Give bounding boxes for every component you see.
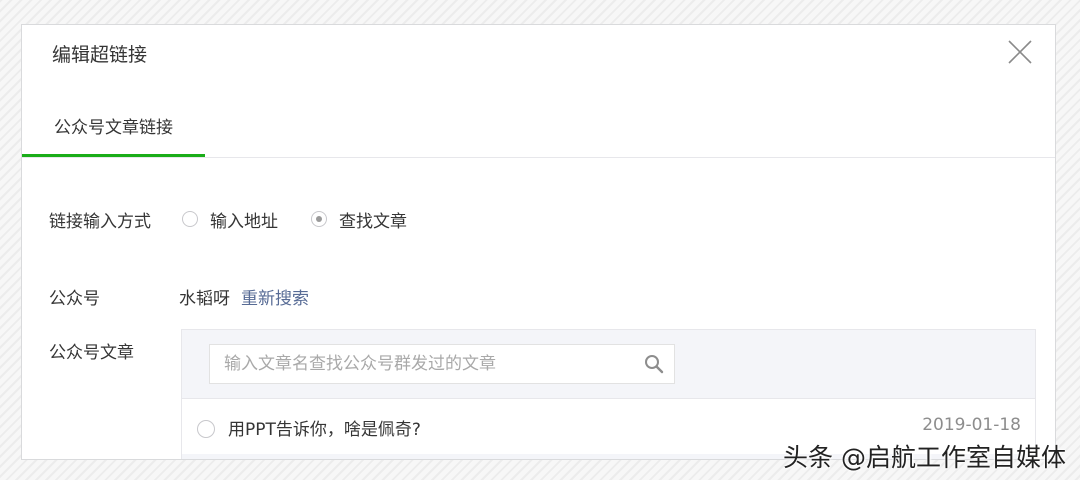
link-mode-label: 链接输入方式 [49, 212, 151, 232]
article-date: 2019-01-18 [922, 415, 1021, 435]
radio-circle-find-article[interactable] [311, 211, 327, 227]
article-label: 公众号文章 [49, 343, 134, 363]
watermark-text: 头条 @启航工作室自媒体 [783, 443, 1066, 472]
radio-label-enter-address: 输入地址 [210, 211, 278, 232]
account-label: 公众号 [49, 289, 100, 309]
close-button[interactable] [1005, 37, 1035, 67]
research-link[interactable]: 重新搜索 [241, 284, 309, 309]
article-title: 用PPT告诉你，啥是佩奇? [228, 420, 421, 440]
radio-enter-address[interactable]: 输入地址 [182, 207, 278, 232]
radio-label-find-article: 查找文章 [339, 211, 407, 232]
tab-official-account-article-link[interactable]: 公众号文章链接 [22, 111, 205, 157]
edit-hyperlink-dialog: 编辑超链接 公众号文章链接 链接输入方式 输入地址 查找文章 公众号 水韬呀 重… [21, 24, 1056, 460]
search-box [209, 344, 675, 384]
article-radio[interactable] [197, 420, 215, 438]
close-icon [1008, 40, 1032, 64]
tab-bar: 公众号文章链接 [22, 111, 1055, 158]
radio-find-article[interactable]: 查找文章 [311, 207, 407, 232]
search-input[interactable] [210, 345, 630, 383]
search-icon[interactable] [644, 354, 664, 374]
radio-circle-enter-address[interactable] [182, 211, 198, 227]
account-name: 水韬呀 [179, 289, 230, 309]
dialog-title: 编辑超链接 [52, 44, 148, 66]
